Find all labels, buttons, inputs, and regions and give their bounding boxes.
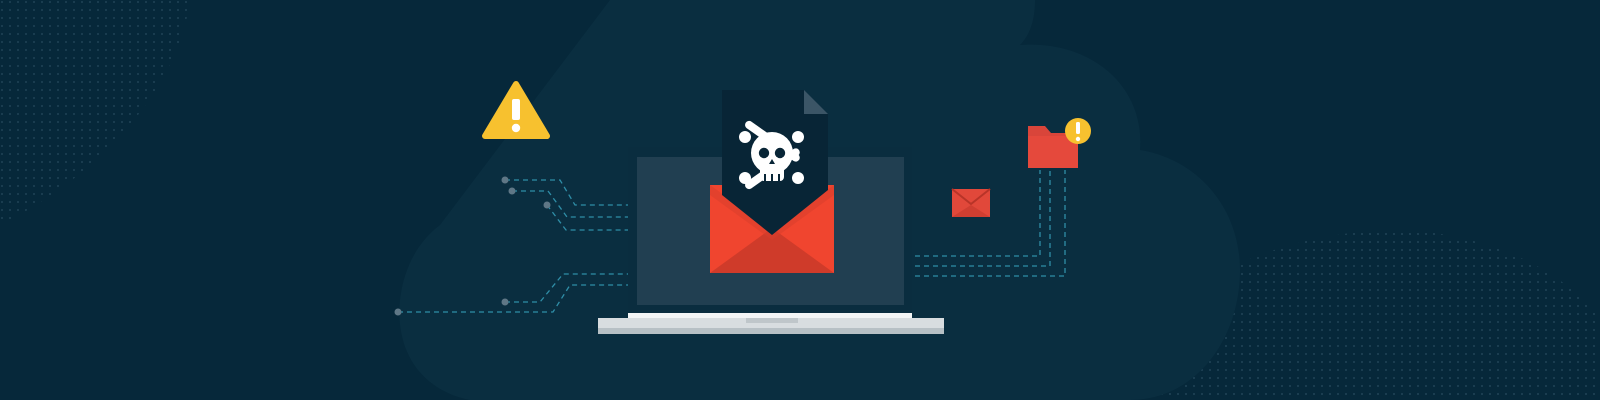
laptop-notch [746, 318, 798, 323]
illustration-canvas [0, 0, 1600, 400]
alert-badge-icon [1065, 118, 1091, 144]
connector-node [508, 187, 516, 195]
laptop-base-shadow [598, 328, 944, 334]
dotted-arc-left [0, 0, 190, 225]
connector-node [543, 201, 551, 209]
connector-node [501, 176, 509, 184]
hero-illustration [0, 0, 1600, 400]
connector-node [394, 308, 402, 316]
small-envelope-icon [951, 188, 991, 217]
connector-node [501, 298, 509, 306]
